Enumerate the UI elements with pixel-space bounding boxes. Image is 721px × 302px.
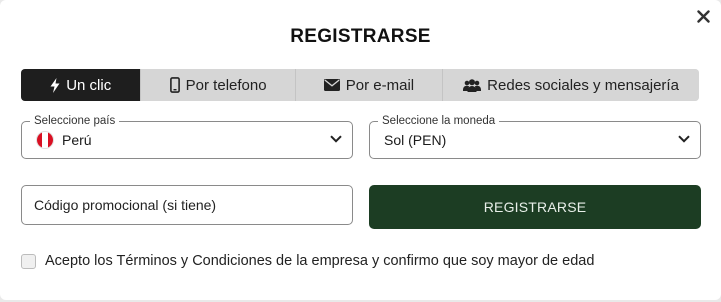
promo-code-placeholder: Código promocional (si tiene) [34, 197, 217, 213]
close-icon [696, 9, 710, 23]
promo-code-input[interactable]: Código promocional (si tiene) [21, 185, 353, 225]
country-select-value: Perú [62, 132, 92, 148]
terms-label: Acepto los Términos y Condiciones de la … [45, 253, 595, 269]
dialog-title: REGISTRARSE [290, 26, 431, 47]
registration-method-tabs: Un clic Por telefono Por e-mail Redes so… [21, 69, 699, 101]
lightning-icon [50, 77, 60, 93]
phone-icon [169, 77, 180, 93]
tab-label: Un clic [66, 76, 112, 94]
currency-select-value: Sol (PEN) [384, 132, 447, 148]
flag-stripe [47, 132, 53, 148]
tab-phone[interactable]: Por telefono [141, 69, 296, 101]
currency-select[interactable]: Seleccione la moneda Sol (PEN) [369, 114, 701, 159]
tab-one-click[interactable]: Un clic [21, 69, 142, 101]
peru-flag-icon [36, 131, 54, 149]
tab-social[interactable]: Redes sociales y mensajería [443, 69, 699, 101]
register-button[interactable]: REGISTRARSE [369, 185, 701, 229]
chevron-down-icon [678, 135, 690, 143]
terms-checkbox[interactable] [21, 253, 36, 269]
registration-dialog: REGISTRARSE Un clic Por telefono Por e-m… [0, 0, 721, 300]
tab-email[interactable]: Por e-mail [295, 69, 444, 101]
chevron-down-icon [330, 135, 342, 143]
tab-label: Por e-mail [345, 76, 415, 94]
envelope-icon [323, 79, 340, 91]
tab-label: Redes sociales y mensajería [487, 76, 679, 94]
tab-label: Por telefono [185, 76, 267, 94]
country-select[interactable]: Seleccione país Perú [21, 114, 353, 159]
close-button[interactable] [693, 6, 713, 26]
terms-row: Acepto los Términos y Condiciones de la … [21, 253, 594, 269]
users-icon [463, 78, 482, 92]
